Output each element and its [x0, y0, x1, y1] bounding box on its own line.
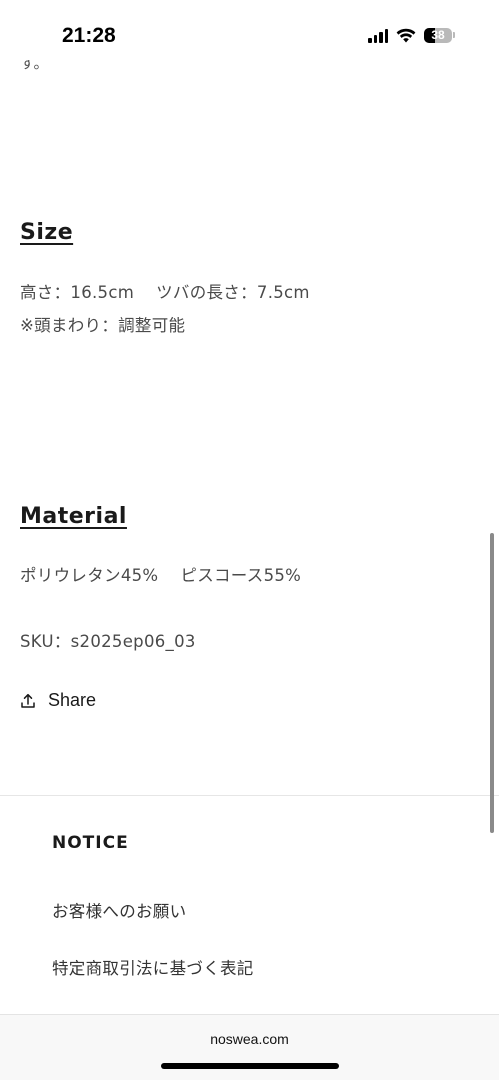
brim-value: 7.5cm: [256, 283, 310, 302]
head-circumference-note: ※頭まわり：調整可能: [20, 316, 186, 335]
size-heading: Size: [20, 220, 74, 245]
wifi-icon: [396, 28, 416, 42]
footer-divider: [0, 795, 499, 796]
browser-address-bar[interactable]: noswea.com: [0, 1014, 499, 1080]
status-icons: 38: [368, 27, 455, 43]
share-label: Share: [48, 690, 97, 710]
battery-level: 38: [431, 27, 445, 42]
cellular-signal-icon: [368, 27, 388, 43]
status-time: 21:28: [62, 24, 116, 47]
scrollbar[interactable]: [490, 533, 494, 833]
material-item2-pct: 55%: [263, 566, 302, 585]
battery-icon: 38: [424, 27, 452, 43]
material-heading: Material: [20, 504, 127, 529]
url-text[interactable]: noswea.com: [0, 1031, 499, 1047]
material-item2-name: ピスコース: [180, 566, 264, 585]
share-button[interactable]: Share: [20, 690, 96, 711]
product-page-screen: 21:28 38 す。 Size 高さ：16.5cm ツバの長さ：7.5cm ※…: [0, 0, 499, 1080]
battery-group: 38: [424, 27, 455, 43]
home-indicator[interactable]: [161, 1063, 339, 1069]
material-item1-pct: 45%: [120, 566, 159, 585]
brim-label: ツバの長さ：: [156, 283, 257, 302]
status-bar: 21:28 38: [0, 0, 499, 72]
size-dimensions: 高さ：16.5cm ツバの長さ：7.5cm: [20, 279, 310, 303]
height-label: 高さ：: [20, 283, 71, 302]
height-value: 16.5cm: [70, 283, 135, 302]
share-icon: [21, 693, 35, 708]
description-clipped-text: す。: [20, 60, 49, 72]
footer-link-commercial-law[interactable]: 特定商取引法に基づく表記: [52, 955, 254, 979]
notice-title: NOTICE: [52, 833, 129, 853]
description-clipped-line: す。: [20, 60, 49, 82]
sku-value: s2025ep06_03: [70, 632, 196, 651]
material-item1-name: ポリウレタン: [20, 566, 121, 585]
sku-label: SKU：: [20, 632, 71, 651]
battery-cap: [453, 32, 455, 38]
sku-line: SKU：s2025ep06_03: [20, 628, 196, 652]
footer-link-customer-request[interactable]: お客様へのお願い: [52, 898, 186, 922]
material-composition: ポリウレタン45% ピスコース55%: [20, 562, 301, 586]
